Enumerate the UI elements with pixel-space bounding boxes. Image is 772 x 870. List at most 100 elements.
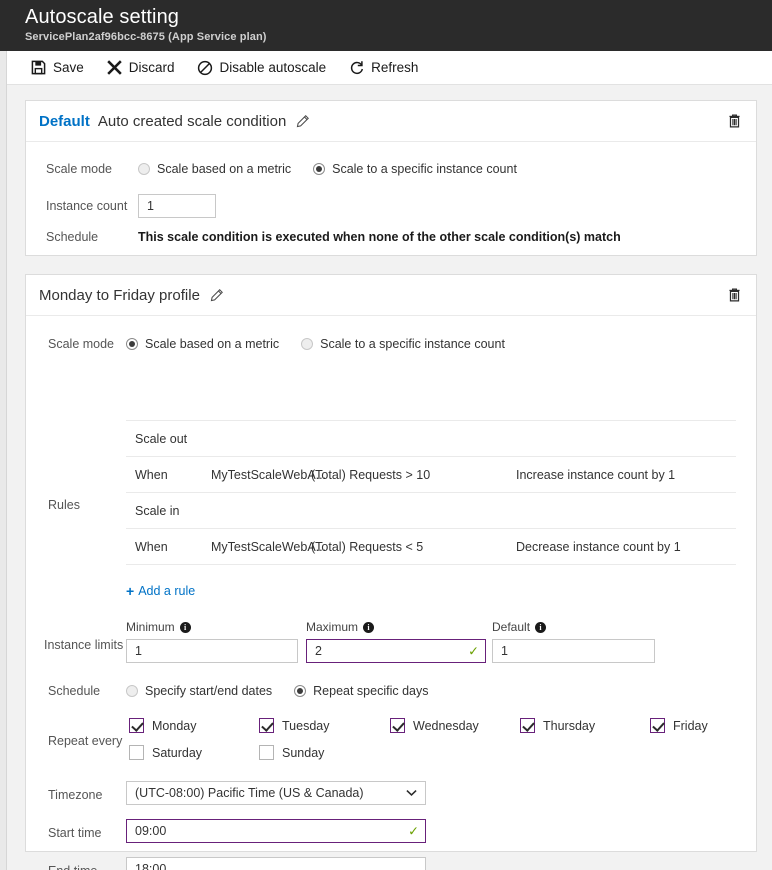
default-label-row: Default i xyxy=(492,620,655,634)
default-scale-condition-card: Default Auto created scale condition xyxy=(25,100,757,256)
timezone-label: Timezone xyxy=(48,788,102,802)
instance-limits-minimum-group: Minimum i 1 xyxy=(126,620,298,663)
save-icon xyxy=(30,59,47,76)
refresh-button-label: Refresh xyxy=(371,60,418,75)
save-button-label: Save xyxy=(53,60,84,75)
radio-scale-to-specific-count[interactable]: Scale to a specific instance count xyxy=(313,162,517,176)
instance-limits-label: Instance limits xyxy=(44,638,123,652)
scale-in-section-header: Scale in xyxy=(126,493,736,529)
instance-limits-maximum-group: Maximum i 2 ✓ xyxy=(306,620,486,663)
radio-label: Scale to a specific instance count xyxy=(320,337,505,351)
checkbox-label: Saturday xyxy=(152,746,202,760)
checkbox-label: Monday xyxy=(152,719,196,733)
radio-indicator xyxy=(126,685,138,697)
default-card-header: Default Auto created scale condition xyxy=(26,101,756,142)
info-icon[interactable]: i xyxy=(535,622,546,633)
delete-default-condition-button[interactable] xyxy=(724,111,744,131)
save-button[interactable]: Save xyxy=(30,51,84,85)
radio-indicator xyxy=(294,685,306,697)
start-time-wrapper: 09:00 ✓ xyxy=(126,819,426,843)
default-scale-mode-label: Scale mode xyxy=(46,162,138,176)
delete-profile-button[interactable] xyxy=(724,285,744,305)
minimum-label: Minimum xyxy=(126,620,175,634)
end-time-label: End time xyxy=(48,864,97,870)
left-rail-header-segment xyxy=(0,0,7,51)
maximum-input[interactable]: 2 xyxy=(306,639,486,663)
radio-scale-to-specific-count[interactable]: Scale to a specific instance count xyxy=(301,337,505,351)
radio-label: Scale based on a metric xyxy=(157,162,291,176)
disable-icon xyxy=(197,59,214,76)
radio-indicator xyxy=(301,338,313,350)
default-schedule-row: Schedule This scale condition is execute… xyxy=(46,230,621,244)
page-subtitle: ServicePlan2af96bcc-8675 (App Service pl… xyxy=(25,31,267,43)
radio-label: Scale based on a metric xyxy=(145,337,279,351)
page-header: Autoscale setting ServicePlan2af96bcc-86… xyxy=(0,0,772,51)
discard-button[interactable]: Discard xyxy=(106,51,175,85)
checkbox-monday[interactable]: Monday xyxy=(129,718,196,733)
radio-specify-start-end-dates[interactable]: Specify start/end dates xyxy=(126,684,272,698)
instance-limits-default-group: Default i 1 xyxy=(492,620,655,663)
radio-indicator xyxy=(138,163,150,175)
default-badge: Default xyxy=(39,113,90,130)
edit-pencil-icon[interactable] xyxy=(209,288,224,303)
minimum-label-row: Minimum i xyxy=(126,620,298,634)
scale-in-label: Scale in xyxy=(135,504,179,518)
checkbox-saturday[interactable]: Saturday xyxy=(129,745,202,760)
radio-scale-based-on-metric[interactable]: Scale based on a metric xyxy=(138,162,291,176)
radio-indicator xyxy=(126,338,138,350)
info-icon[interactable]: i xyxy=(363,622,374,633)
refresh-icon xyxy=(348,59,365,76)
default-instance-count-row: Instance count 1 xyxy=(46,194,216,218)
default-scale-mode-radio-group: Scale based on a metric Scale to a speci… xyxy=(138,162,539,176)
info-icon[interactable]: i xyxy=(180,622,191,633)
checkbox-label: Sunday xyxy=(282,746,324,760)
disable-autoscale-button-label: Disable autoscale xyxy=(220,60,327,75)
checkbox-indicator xyxy=(520,718,535,733)
radio-label: Specify start/end dates xyxy=(145,684,272,698)
checkbox-thursday[interactable]: Thursday xyxy=(520,718,595,733)
edit-pencil-icon[interactable] xyxy=(295,114,310,129)
checkbox-indicator xyxy=(259,718,274,733)
start-time-input[interactable]: 09:00 xyxy=(126,819,426,843)
default-input[interactable]: 1 xyxy=(492,639,655,663)
add-a-rule-link[interactable]: + Add a rule xyxy=(126,583,195,599)
profile-schedule-row: Schedule Specify start/end dates Repeat … xyxy=(48,684,451,698)
maximum-label: Maximum xyxy=(306,620,358,634)
table-row[interactable]: When MyTestScaleWebA... (Total) Requests… xyxy=(126,457,736,493)
checkbox-wednesday[interactable]: Wednesday xyxy=(390,718,479,733)
minimum-input[interactable]: 1 xyxy=(126,639,298,663)
radio-repeat-specific-days[interactable]: Repeat specific days xyxy=(294,684,428,698)
table-row[interactable]: When MyTestScaleWebA... (Total) Requests… xyxy=(126,529,736,565)
checkbox-label: Wednesday xyxy=(413,719,479,733)
rule-when-label: When xyxy=(126,468,211,482)
rule-condition: (Total) Requests < 5 xyxy=(311,540,516,554)
default-schedule-label: Schedule xyxy=(46,230,138,244)
instance-count-input[interactable]: 1 xyxy=(138,194,216,218)
checkbox-label: Tuesday xyxy=(282,719,329,733)
radio-indicator xyxy=(313,163,325,175)
maximum-input-wrapper: 2 ✓ xyxy=(306,639,486,663)
checkbox-friday[interactable]: Friday xyxy=(650,718,708,733)
disable-autoscale-button[interactable]: Disable autoscale xyxy=(197,51,327,85)
end-time-input[interactable]: 18:00 xyxy=(126,857,426,870)
checkbox-tuesday[interactable]: Tuesday xyxy=(259,718,329,733)
profile-scale-mode-label: Scale mode xyxy=(48,337,126,351)
page-title: Autoscale setting xyxy=(25,6,179,29)
discard-button-label: Discard xyxy=(129,60,175,75)
profile-schedule-radio-group: Specify start/end dates Repeat specific … xyxy=(126,684,451,698)
scale-out-section-header: Scale out xyxy=(126,421,736,457)
chevron-down-icon xyxy=(406,787,417,800)
rule-resource: MyTestScaleWebA... xyxy=(211,468,311,482)
default-schedule-text: This scale condition is executed when no… xyxy=(138,230,621,244)
timezone-select[interactable]: (UTC-08:00) Pacific Time (US & Canada) xyxy=(126,781,426,805)
rule-resource: MyTestScaleWebA... xyxy=(211,540,311,554)
refresh-button[interactable]: Refresh xyxy=(348,51,418,85)
checkbox-indicator xyxy=(650,718,665,733)
checkbox-indicator xyxy=(259,745,274,760)
checkbox-label: Friday xyxy=(673,719,708,733)
scale-out-label: Scale out xyxy=(135,432,187,446)
checkbox-sunday[interactable]: Sunday xyxy=(259,745,324,760)
profile-schedule-label: Schedule xyxy=(48,684,126,698)
plus-icon: + xyxy=(126,583,134,599)
radio-scale-based-on-metric[interactable]: Scale based on a metric xyxy=(126,337,279,351)
